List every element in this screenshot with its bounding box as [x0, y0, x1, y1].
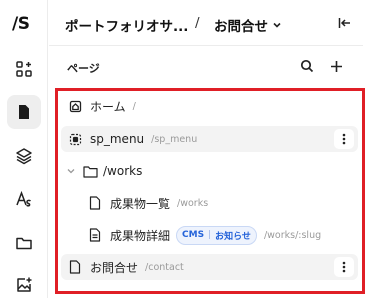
search-icon: [300, 59, 314, 73]
highlight-box: [55, 88, 365, 294]
pages-button[interactable]: [7, 95, 41, 129]
layers-icon: [16, 148, 32, 165]
current-page-label: お問合せ: [214, 19, 268, 35]
search-button[interactable]: [299, 58, 315, 74]
page-icon: [19, 105, 29, 119]
breadcrumb-site[interactable]: ポートフォリオサ...: [65, 15, 188, 35]
fonts-button[interactable]: [7, 182, 41, 216]
breadcrumb-separator: /: [195, 15, 200, 31]
font-icon: [16, 190, 32, 207]
chevron-down-icon: [273, 22, 281, 28]
section-title: ページ: [67, 62, 100, 75]
pages-section-header: ページ: [49, 46, 363, 86]
layers-button[interactable]: [7, 139, 41, 173]
add-page-button[interactable]: [328, 58, 344, 74]
plus-icon: [330, 60, 342, 72]
add-image-button[interactable]: [7, 268, 41, 298]
app-logo[interactable]: /S: [12, 14, 30, 34]
folder-icon: [16, 237, 32, 250]
add-widget-button[interactable]: [7, 52, 41, 86]
media-folder-button[interactable]: [7, 226, 41, 260]
left-rail: /S: [0, 0, 48, 298]
collapse-left-icon: [338, 18, 350, 28]
breadcrumb-current-page[interactable]: お問合せ: [214, 15, 282, 35]
add-image-icon: [17, 277, 32, 292]
collapse-panel-button[interactable]: [335, 13, 355, 33]
top-header: ポートフォリオサ... / お問合せ: [49, 0, 363, 46]
add-widget-icon: [16, 61, 32, 77]
